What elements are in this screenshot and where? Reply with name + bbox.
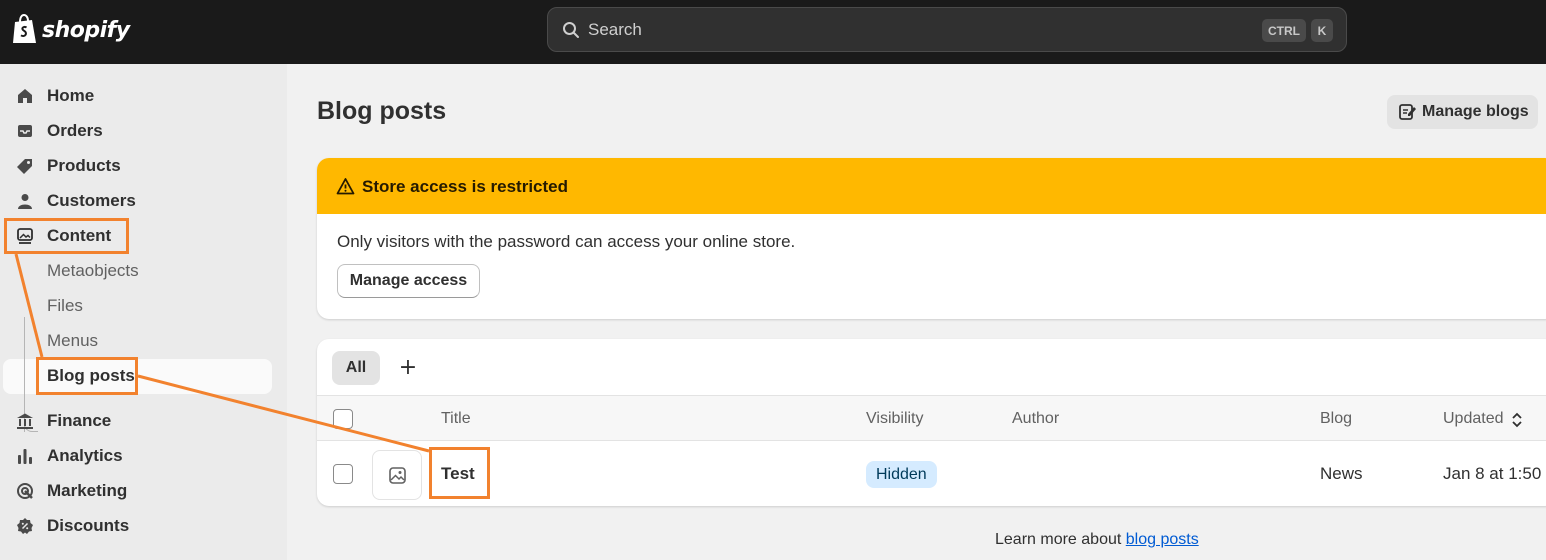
visibility-badge: Hidden: [866, 461, 937, 488]
column-header-author: Author: [1012, 410, 1060, 427]
post-title-link[interactable]: Test: [441, 464, 475, 484]
sidebar-item-content[interactable]: Content: [0, 218, 287, 253]
image-frame-icon: [17, 228, 33, 244]
sidebar: Home Orders Products Customers Content M…: [0, 64, 287, 560]
select-all-checkbox[interactable]: [333, 409, 353, 429]
manage-access-button[interactable]: Manage access: [337, 264, 480, 298]
banner-header: Store access is restricted: [317, 158, 1546, 214]
sidebar-subitem-metaobjects[interactable]: Metaobjects: [0, 253, 287, 288]
home-icon: [18, 89, 32, 103]
sidebar-subitem-blog-posts[interactable]: Blog posts: [0, 358, 287, 393]
tag-icon: [17, 159, 32, 174]
warning-icon: [336, 178, 355, 195]
image-placeholder-icon: [389, 467, 406, 484]
table-row[interactable]: Test Hidden News Jan 8 at 1:50: [317, 441, 1546, 506]
sidebar-item-label: Discounts: [47, 515, 130, 535]
sidebar-item-label: Analytics: [47, 445, 123, 465]
manage-blogs-label: Manage blogs: [1422, 103, 1529, 120]
tab-all[interactable]: All: [332, 351, 380, 385]
sidebar-subitem-label: Files: [47, 295, 83, 315]
person-icon: [18, 194, 32, 209]
sidebar-item-orders[interactable]: Orders: [0, 113, 287, 148]
row-checkbox[interactable]: [333, 464, 353, 484]
banner-text: Only visitors with the password can acce…: [337, 232, 796, 251]
sidebar-subitem-files[interactable]: Files: [0, 288, 287, 323]
bar-chart-icon: [18, 449, 32, 464]
sidebar-item-discounts[interactable]: Discounts: [0, 508, 287, 543]
search-bar[interactable]: CTRL K: [547, 7, 1347, 52]
sidebar-item-label: Products: [47, 155, 121, 175]
sidebar-item-label: Home: [47, 85, 95, 105]
sidebar-item-label: Marketing: [47, 480, 128, 500]
sidebar-item-marketing[interactable]: Marketing: [0, 473, 287, 508]
shopify-logo[interactable]: shopify: [11, 14, 130, 45]
search-input[interactable]: [588, 8, 1188, 51]
blog-posts-help-link[interactable]: blog posts: [1126, 531, 1199, 548]
column-header-visibility: Visibility: [866, 410, 924, 427]
banner-title: Store access is restricted: [362, 177, 569, 196]
column-header-updated[interactable]: Updated: [1443, 410, 1504, 428]
add-view-button[interactable]: +: [395, 355, 421, 381]
sidebar-item-analytics[interactable]: Analytics: [0, 438, 287, 473]
sidebar-subitem-label: Menus: [47, 330, 99, 350]
top-bar: shopify CTRL K: [0, 0, 1546, 64]
blog-posts-table-card: All + Title Visibility Author Blog Updat…: [317, 339, 1546, 506]
sidebar-item-products[interactable]: Products: [0, 148, 287, 183]
page-title: Blog posts: [317, 97, 447, 125]
learn-more-footer: Learn more about blog posts: [995, 531, 1199, 549]
sidebar-item-label: Finance: [47, 410, 112, 430]
sidebar-subitem-label: Metaobjects: [47, 260, 139, 280]
brand-name: shopify: [42, 18, 130, 43]
column-header-blog: Blog: [1320, 410, 1353, 427]
sidebar-item-customers[interactable]: Customers: [0, 183, 287, 218]
sidebar-subitem-menus[interactable]: Menus: [0, 323, 287, 358]
search-icon: [563, 22, 579, 38]
store-access-banner: Store access is restricted Only visitors…: [317, 158, 1546, 319]
sidebar-item-label: Orders: [47, 120, 103, 140]
target-icon: [17, 483, 33, 499]
shortcut-k-key: K: [1311, 19, 1333, 42]
post-thumbnail: [372, 450, 422, 500]
shortcut-ctrl-key: CTRL: [1262, 19, 1306, 42]
updated-cell: Jan 8 at 1:50: [1443, 464, 1542, 483]
edit-note-icon: [1399, 104, 1416, 120]
column-header-title: Title: [441, 410, 471, 427]
sidebar-subitem-label: Blog posts: [47, 365, 135, 385]
blog-cell: News: [1320, 464, 1363, 483]
sort-icon[interactable]: [1511, 412, 1523, 428]
manage-blogs-button[interactable]: Manage blogs: [1387, 95, 1538, 129]
discount-icon: [17, 518, 33, 534]
learn-more-text: Learn more about: [995, 531, 1126, 548]
table-header: Title Visibility Author Blog Updated: [317, 395, 1546, 441]
shopify-bag-icon: [13, 14, 36, 43]
sidebar-item-finance[interactable]: Finance: [0, 403, 287, 438]
inbox-icon: [18, 125, 32, 137]
sidebar-item-label: Customers: [47, 190, 136, 210]
sidebar-item-home[interactable]: Home: [0, 78, 287, 113]
bank-icon: [17, 413, 33, 429]
sidebar-item-label: Content: [47, 225, 112, 245]
